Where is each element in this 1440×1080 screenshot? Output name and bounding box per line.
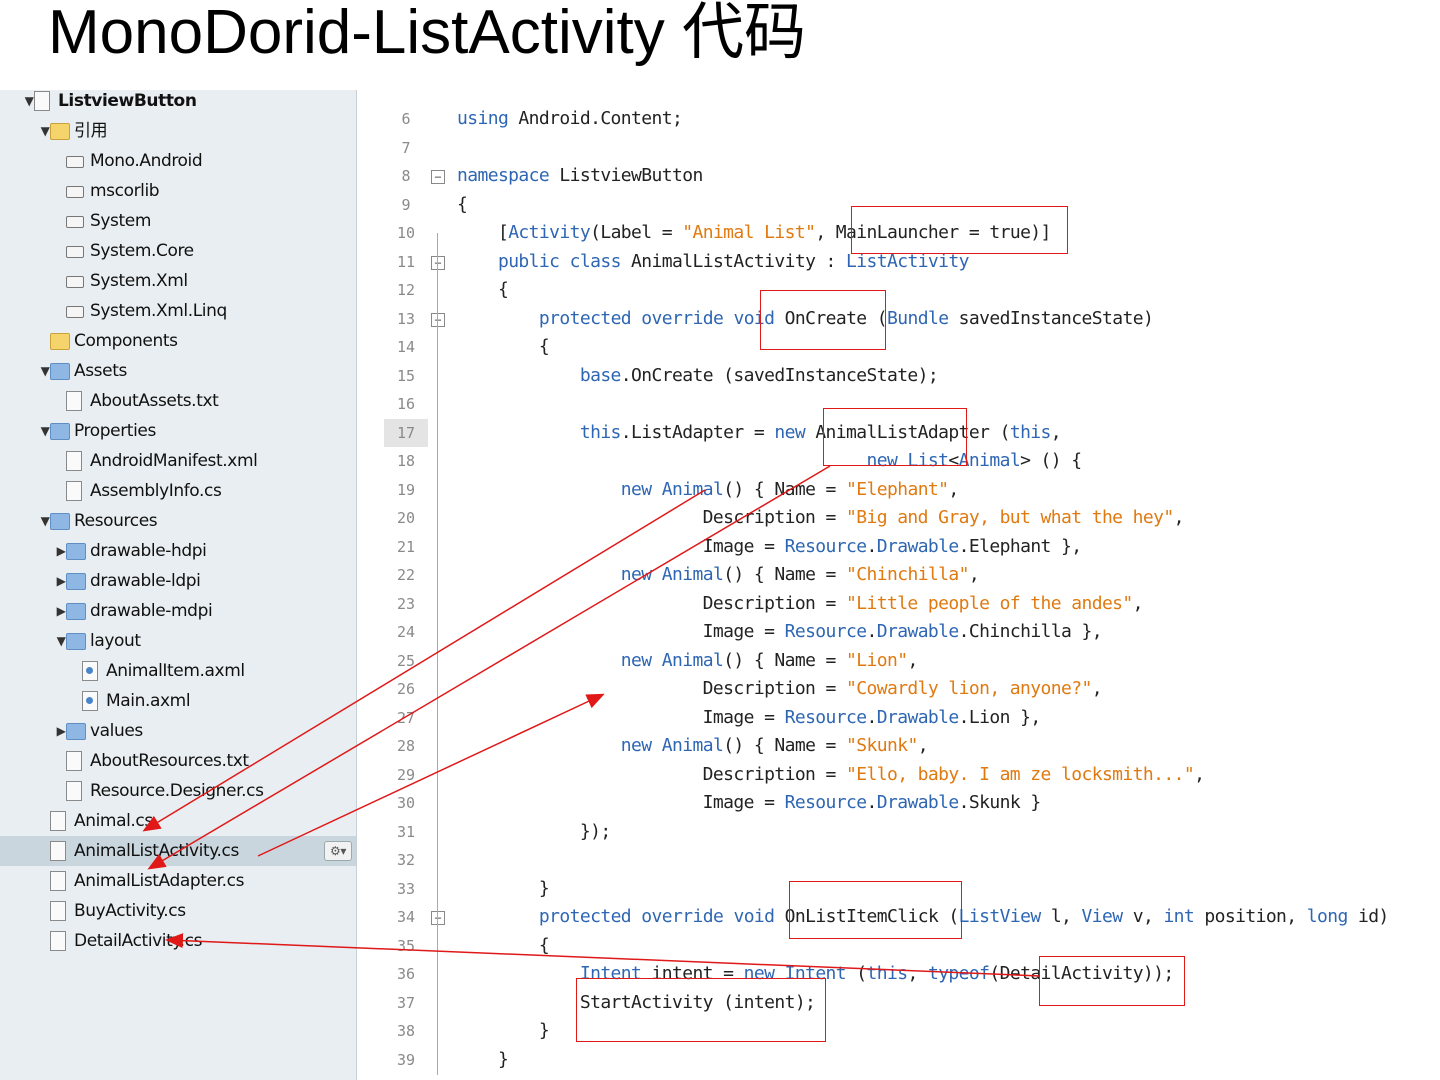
arrow-to-animal-cs xyxy=(142,489,706,832)
arrow-to-animallistadapter-cs xyxy=(147,465,831,870)
arrow-to-detailactivity-cs xyxy=(165,933,1041,977)
arrow-from-animallistactivity-cs xyxy=(257,693,605,857)
annotation-arrows xyxy=(142,465,1041,977)
